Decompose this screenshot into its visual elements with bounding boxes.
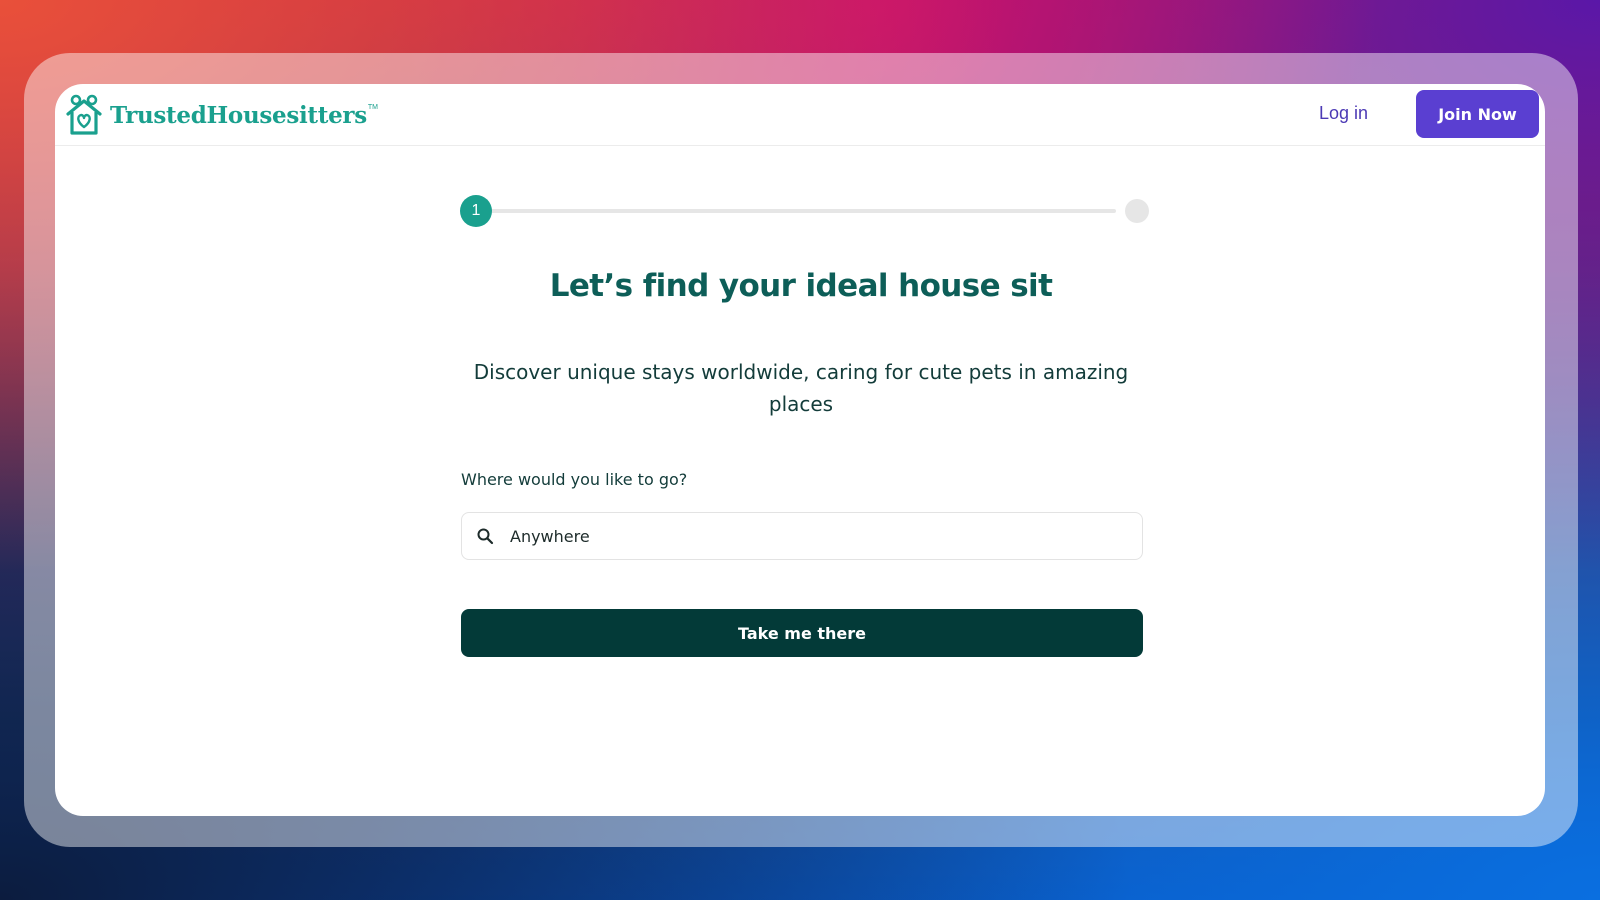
current-step-indicator: 1 [460,195,492,227]
house-pets-logo-icon [66,94,102,135]
trademark-mark: TM [367,104,378,111]
site-header: TrustedHousesitters TM Log in Join Now [55,84,1545,146]
brand-name: TrustedHousesitters [110,101,367,129]
page-heading: Let’s find your ideal house sit [549,268,1053,304]
step-progress: 1 [460,194,1150,228]
destination-label: Where would you like to go? [461,470,688,489]
browser-page: TrustedHousesitters TM Log in Join Now 1… [55,84,1545,816]
destination-search-input[interactable] [510,513,1130,559]
brand-logo[interactable]: TrustedHousesitters TM [64,94,378,136]
join-now-button[interactable]: Join Now [1416,90,1539,138]
page-subtitle: Discover unique stays worldwide, caring … [473,360,1129,416]
search-icon [477,528,494,545]
progress-track [476,209,1116,213]
final-step-indicator [1125,199,1149,223]
take-me-there-button[interactable]: Take me there [461,609,1143,657]
destination-search-box[interactable] [461,512,1143,560]
login-link[interactable]: Log in [1319,103,1368,124]
